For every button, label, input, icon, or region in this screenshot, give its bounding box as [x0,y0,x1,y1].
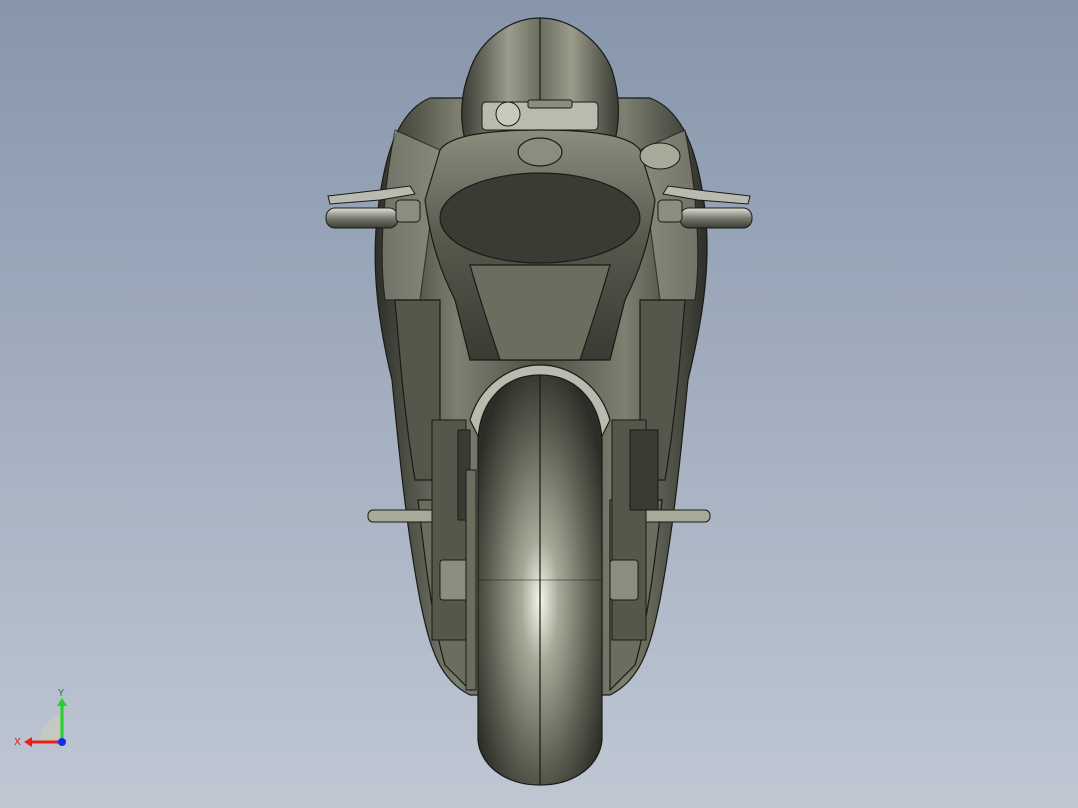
orientation-triad: X Y [10,684,80,754]
triad-plane-icon [40,714,62,742]
x-axis-label: X [14,737,21,748]
graphics-viewport[interactable]: X Y [0,0,1078,808]
y-axis-arrowhead-icon [57,698,67,706]
reservoir-cap [640,143,680,169]
instrument-cluster [482,100,598,130]
left-handlebar[interactable] [326,186,420,228]
y-axis-label: Y [57,688,65,699]
motorcycle-model-front-view[interactable] [0,0,1078,808]
z-axis-dot-icon [58,738,66,746]
sprocket [466,470,476,690]
front-tire [478,375,602,785]
x-axis-arrowhead-icon [24,737,32,747]
